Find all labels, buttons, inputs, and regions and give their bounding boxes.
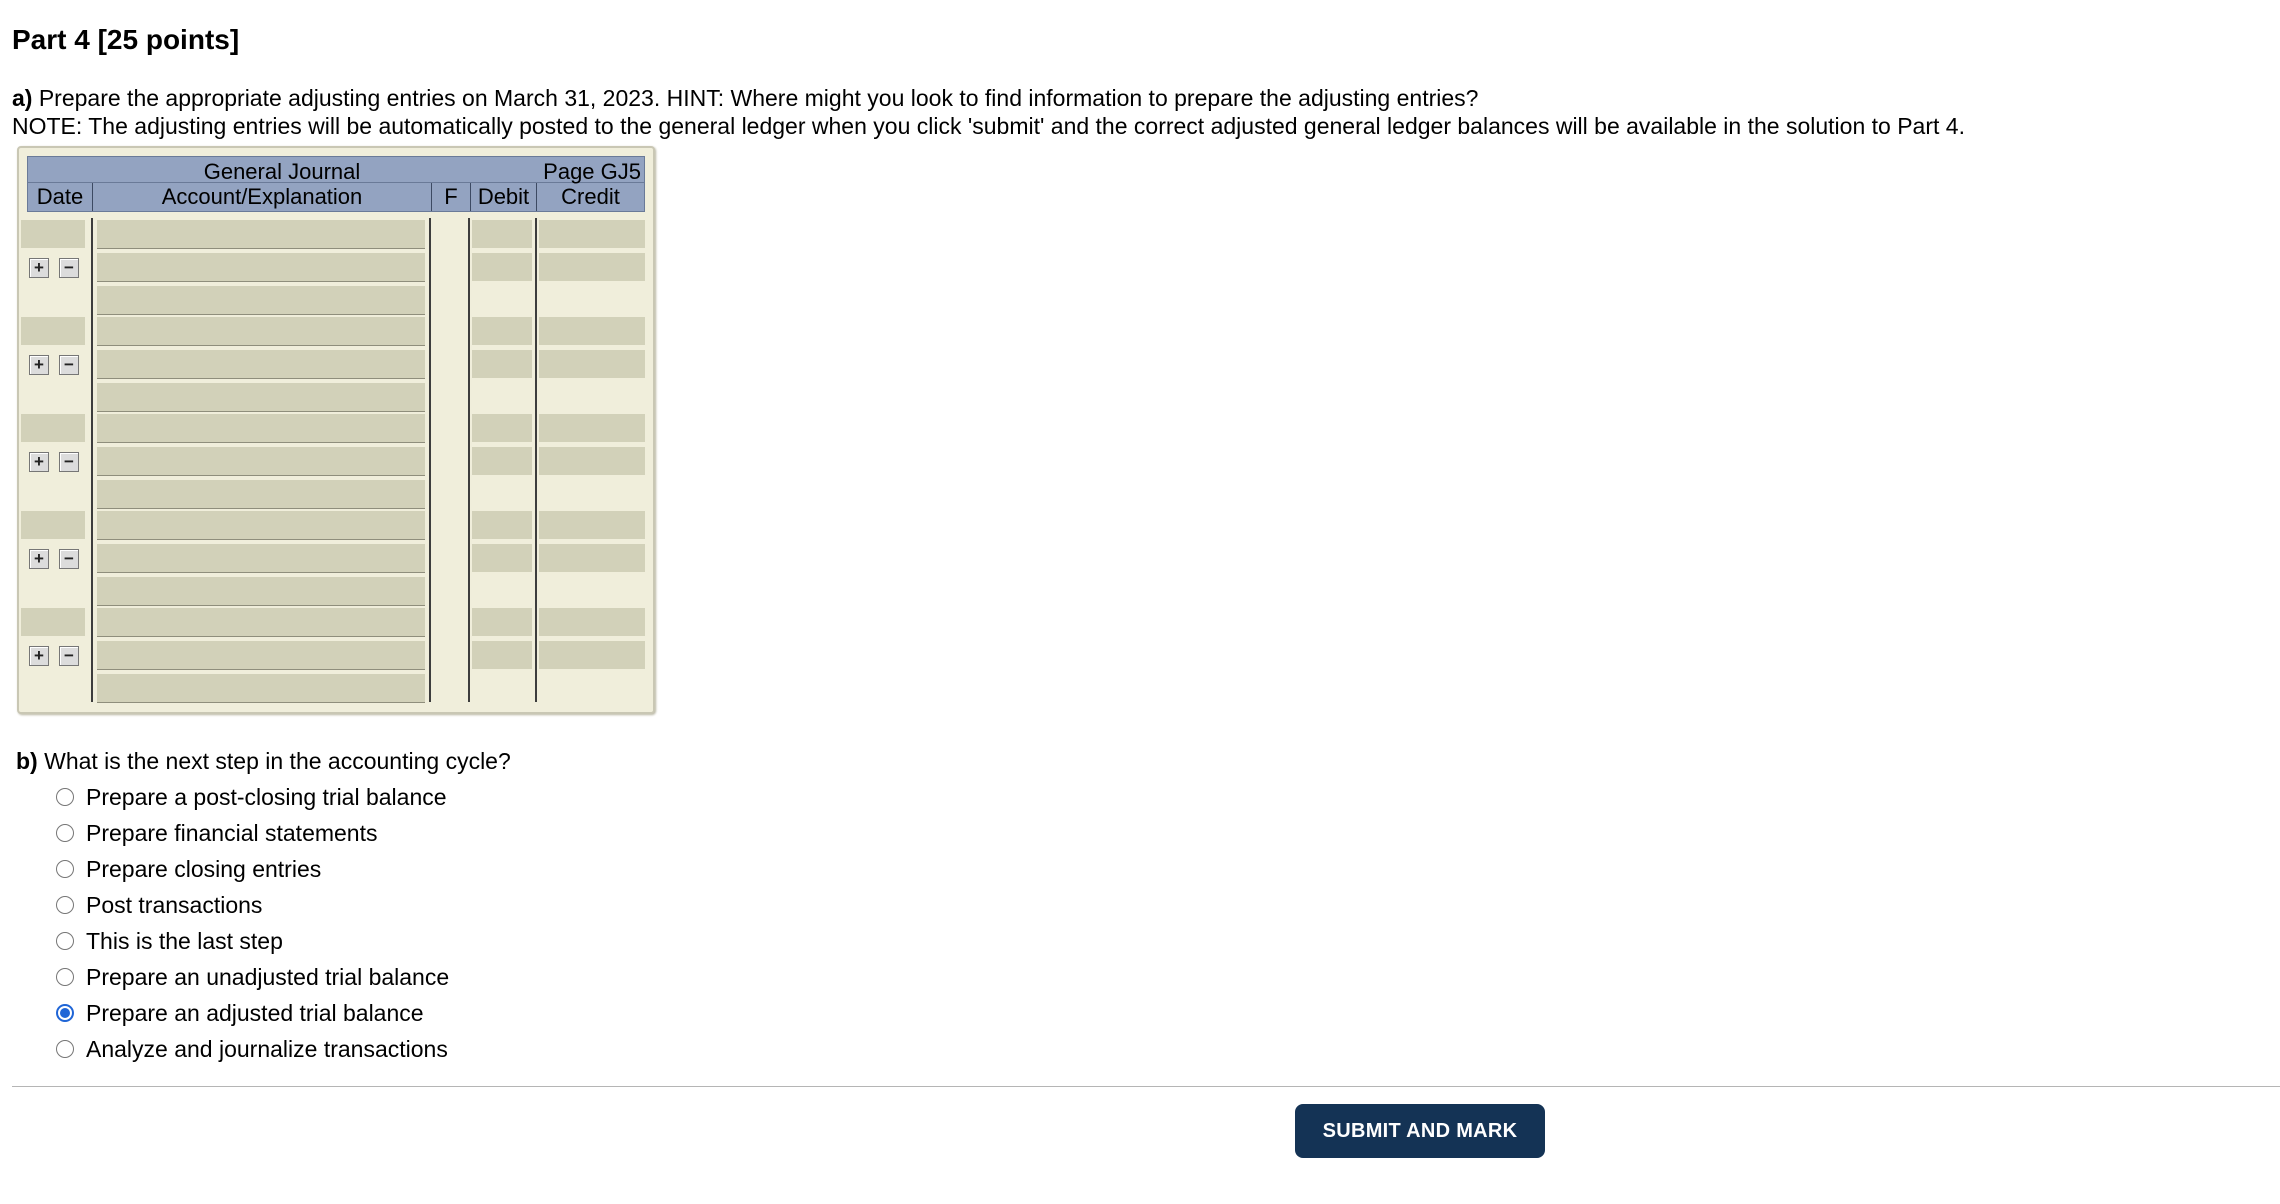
divider <box>91 218 93 702</box>
remove-line-button[interactable]: − <box>59 549 79 569</box>
journal-title: General Journal <box>203 159 361 184</box>
divider <box>12 1086 2280 1087</box>
radio-button[interactable] <box>56 1004 74 1022</box>
remove-line-button[interactable]: − <box>59 355 79 375</box>
radio-button[interactable] <box>56 896 74 914</box>
debit-input[interactable] <box>472 608 532 636</box>
account-input[interactable] <box>97 253 425 282</box>
remove-line-button[interactable]: − <box>59 258 79 278</box>
add-line-button[interactable]: + <box>29 355 49 375</box>
part-a-note: NOTE: The adjusting entries will be auto… <box>12 113 1965 139</box>
answer-option-label: This is the last step <box>86 927 283 954</box>
debit-input[interactable] <box>472 253 532 281</box>
answer-option-label: Prepare closing entries <box>86 855 322 882</box>
account-input[interactable] <box>97 383 425 412</box>
radio-button[interactable] <box>56 1040 74 1058</box>
add-line-button[interactable]: + <box>29 646 49 666</box>
journal-header: General Journal Page GJ5 Date Account/Ex… <box>27 156 645 212</box>
answer-option[interactable]: Analyze and journalize transactions <box>56 1034 448 1064</box>
credit-input[interactable] <box>539 608 645 636</box>
part-b-question: b) What is the next step in the accounti… <box>16 748 511 775</box>
page-title: Part 4 [25 points] <box>12 24 240 55</box>
account-input[interactable] <box>97 414 425 443</box>
answer-option[interactable]: Post transactions <box>56 890 262 920</box>
part-b-text: What is the next step in the accounting … <box>37 748 511 774</box>
date-input[interactable] <box>21 608 85 636</box>
debit-input[interactable] <box>472 220 532 248</box>
credit-input[interactable] <box>539 253 645 281</box>
radio-button[interactable] <box>56 788 74 806</box>
credit-input[interactable] <box>539 350 645 378</box>
credit-input[interactable] <box>539 511 645 539</box>
debit-input[interactable] <box>472 641 532 669</box>
column-header-f: F <box>432 183 471 211</box>
answer-option-label: Prepare financial statements <box>86 819 378 846</box>
add-line-button[interactable]: + <box>29 549 49 569</box>
answer-option-label: Post transactions <box>86 891 263 918</box>
radio-button[interactable] <box>56 860 74 878</box>
column-header-debit: Debit <box>471 183 537 211</box>
add-line-button[interactable]: + <box>29 258 49 278</box>
column-header-credit: Credit <box>561 184 620 209</box>
submit-and-mark-button[interactable]: SUBMIT AND MARK <box>1295 1104 1545 1158</box>
answer-option-label: Prepare an unadjusted trial balance <box>86 963 450 990</box>
account-input[interactable] <box>97 220 425 249</box>
debit-input[interactable] <box>472 350 532 378</box>
column-header-account: Account/Explanation <box>93 183 432 211</box>
divider <box>429 218 431 702</box>
date-input[interactable] <box>21 220 85 248</box>
answer-option-label: Prepare a post-closing trial balance <box>86 783 447 810</box>
answer-option[interactable]: Prepare an adjusted trial balance <box>56 998 424 1028</box>
answer-option[interactable]: Prepare a post-closing trial balance <box>56 782 447 812</box>
part-a-instructions: a) Prepare the appropriate adjusting ent… <box>12 84 1478 112</box>
divider <box>535 218 537 702</box>
account-input[interactable] <box>97 286 425 315</box>
credit-input[interactable] <box>539 414 645 442</box>
journal-page: Page GJ5 <box>543 159 641 184</box>
remove-line-button[interactable]: − <box>59 452 79 472</box>
debit-input[interactable] <box>472 447 532 475</box>
account-input[interactable] <box>97 480 425 509</box>
remove-line-button[interactable]: − <box>59 646 79 666</box>
date-input[interactable] <box>21 511 85 539</box>
radio-button[interactable] <box>56 968 74 986</box>
account-input[interactable] <box>97 577 425 606</box>
credit-input[interactable] <box>539 544 645 572</box>
account-input[interactable] <box>97 674 425 703</box>
part-a-text: Prepare the appropriate adjusting entrie… <box>32 85 1479 111</box>
column-header-date: Date <box>28 183 93 211</box>
add-line-button[interactable]: + <box>29 452 49 472</box>
credit-input[interactable] <box>539 447 645 475</box>
answer-option[interactable]: Prepare closing entries <box>56 854 321 884</box>
answer-option[interactable]: Prepare financial statements <box>56 818 378 848</box>
answer-option-label: Analyze and journalize transactions <box>86 1035 448 1062</box>
account-input[interactable] <box>97 608 425 637</box>
radio-button[interactable] <box>56 824 74 842</box>
radio-button[interactable] <box>56 932 74 950</box>
account-input[interactable] <box>97 447 425 476</box>
debit-input[interactable] <box>472 317 532 345</box>
answer-option[interactable]: Prepare an unadjusted trial balance <box>56 962 449 992</box>
credit-input[interactable] <box>539 317 645 345</box>
date-input[interactable] <box>21 414 85 442</box>
account-input[interactable] <box>97 350 425 379</box>
credit-input[interactable] <box>539 220 645 248</box>
part-a-label: a) <box>12 85 33 111</box>
part-b-label: b) <box>16 748 38 774</box>
account-input[interactable] <box>97 317 425 346</box>
date-input[interactable] <box>21 317 85 345</box>
debit-input[interactable] <box>472 544 532 572</box>
answer-option-label: Prepare an adjusted trial balance <box>86 999 424 1026</box>
debit-input[interactable] <box>472 511 532 539</box>
account-input[interactable] <box>97 641 425 670</box>
general-journal: General Journal Page GJ5 Date Account/Ex… <box>17 146 655 714</box>
debit-input[interactable] <box>472 414 532 442</box>
divider <box>468 218 470 702</box>
account-input[interactable] <box>97 544 425 573</box>
answer-option[interactable]: This is the last step <box>56 926 283 956</box>
credit-input[interactable] <box>539 641 645 669</box>
account-input[interactable] <box>97 511 425 540</box>
